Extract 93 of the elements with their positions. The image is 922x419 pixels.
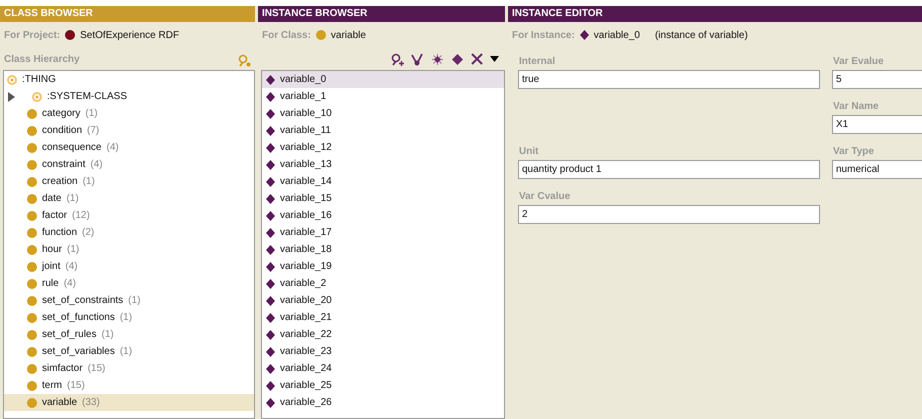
instance-item[interactable]: variable_26 xyxy=(262,394,504,411)
system-class-icon xyxy=(32,92,42,102)
class-dot-icon xyxy=(27,296,37,306)
tree-item[interactable]: function (2) xyxy=(4,224,254,241)
class-dot-icon xyxy=(27,194,37,204)
class-dot-icon xyxy=(27,364,37,374)
class-dot-icon xyxy=(27,330,37,340)
input-field[interactable]: 5 xyxy=(832,70,922,89)
tree-item[interactable]: simfactor (15) xyxy=(4,360,254,377)
class-dot-icon xyxy=(27,160,37,170)
class-dot-icon xyxy=(27,262,37,272)
class-dot-icon xyxy=(27,398,37,408)
input-field[interactable]: quantity product 1 xyxy=(518,160,820,179)
input-field[interactable]: X1 xyxy=(832,115,922,134)
class-dot-icon xyxy=(27,126,37,136)
panel-header: INSTANCE BROWSER xyxy=(258,6,505,22)
class-dot-icon xyxy=(27,108,37,118)
class-dot-icon xyxy=(316,30,326,40)
class-dot-icon xyxy=(27,142,37,152)
instance-item[interactable]: variable_25 xyxy=(262,377,504,394)
class-dot-icon xyxy=(27,210,37,220)
field-label: Var Cvalue xyxy=(518,190,572,204)
instance-type: (instance of variable) xyxy=(654,28,748,42)
instance-item[interactable]: variable_13 xyxy=(262,156,504,173)
field-label: Var Name xyxy=(832,100,880,114)
tree-item[interactable]: set_of_rules (1) xyxy=(4,326,254,343)
tree-item[interactable]: joint (4) xyxy=(4,258,254,275)
field-label: For Class: xyxy=(262,28,311,42)
input-field[interactable]: true xyxy=(518,70,820,89)
tree-item[interactable]: rule (4) xyxy=(4,275,254,292)
tree-item[interactable]: constraint (4) xyxy=(4,156,254,173)
instance-item[interactable]: variable_24 xyxy=(262,360,504,377)
instance-item[interactable]: variable_16 xyxy=(262,207,504,224)
tree-item[interactable]: variable (33) xyxy=(4,394,254,411)
class-dot-icon xyxy=(27,312,37,322)
section-label: Class Hierarchy xyxy=(4,53,80,67)
instance-item[interactable]: variable_23 xyxy=(262,343,504,360)
instance-name: variable_0 xyxy=(594,28,640,42)
tree-item[interactable]: category (1) xyxy=(4,105,254,122)
instance-item[interactable]: variable_10 xyxy=(262,105,504,122)
field-label: For Project: xyxy=(4,28,60,42)
class-dot-icon xyxy=(27,380,37,390)
class-dot-icon xyxy=(27,346,37,356)
field-label: For Instance: xyxy=(512,28,575,42)
field-label: Internal xyxy=(518,55,556,69)
field-label: Var Type xyxy=(832,145,875,159)
tree-item[interactable]: factor (12) xyxy=(4,207,254,224)
tree-item[interactable]: :SYSTEM-CLASS xyxy=(4,88,254,105)
class-dot-icon xyxy=(27,176,37,186)
sparkle-icon[interactable] xyxy=(431,52,444,66)
field-label: Unit xyxy=(518,145,540,159)
input-field[interactable]: numerical xyxy=(832,160,922,179)
expand-arrow-icon[interactable] xyxy=(7,92,16,102)
class-dot-icon xyxy=(27,244,37,254)
panel-header: CLASS BROWSER xyxy=(0,6,255,22)
tree-item[interactable]: set_of_variables (1) xyxy=(4,343,254,360)
diamond-icon xyxy=(580,30,589,40)
field-label: Var Evalue xyxy=(832,55,885,69)
instance-item[interactable]: variable_11 xyxy=(262,122,504,139)
dropdown-caret-icon[interactable] xyxy=(490,56,499,62)
instance-item[interactable]: variable_17 xyxy=(262,224,504,241)
instance-item[interactable]: variable_0 xyxy=(262,71,504,88)
tree-item[interactable]: consequence (4) xyxy=(4,139,254,156)
search-icon[interactable] xyxy=(391,52,404,66)
instance-item[interactable]: variable_2 xyxy=(262,275,504,292)
tree-item[interactable]: creation (1) xyxy=(4,173,254,190)
instance-item[interactable]: variable_21 xyxy=(262,309,504,326)
panel-header: INSTANCE EDITOR xyxy=(508,6,922,22)
project-dot-icon xyxy=(65,30,76,40)
instance-item[interactable]: variable_22 xyxy=(262,326,504,343)
branch-icon[interactable] xyxy=(411,52,424,66)
system-class-icon xyxy=(7,74,17,84)
instance-item[interactable]: variable_14 xyxy=(262,173,504,190)
delete-icon[interactable] xyxy=(471,53,483,65)
instance-item[interactable]: variable_20 xyxy=(262,292,504,309)
tree-item[interactable]: set_of_functions (1) xyxy=(4,309,254,326)
tree-item[interactable]: hour (1) xyxy=(4,241,254,258)
instance-item[interactable]: variable_18 xyxy=(262,241,504,258)
instance-item[interactable]: variable_19 xyxy=(262,258,504,275)
diamond-icon[interactable] xyxy=(451,52,464,66)
tree-item[interactable]: :THING xyxy=(4,71,254,88)
tree-item[interactable]: date (1) xyxy=(4,190,254,207)
instance-item[interactable]: variable_1 xyxy=(262,88,504,105)
instance-item[interactable]: variable_15 xyxy=(262,190,504,207)
instance-item[interactable]: variable_12 xyxy=(262,139,504,156)
class-dot-icon xyxy=(27,228,37,238)
class-name: variable xyxy=(330,28,366,42)
tree-item[interactable]: term (15) xyxy=(4,377,254,394)
project-name: SetOfExperience RDF xyxy=(80,28,180,42)
input-field[interactable]: 2 xyxy=(518,205,820,224)
tree-item[interactable]: set_of_constraints (1) xyxy=(4,292,254,309)
class-dot-icon xyxy=(27,278,37,288)
tree-item[interactable]: condition (7) xyxy=(4,122,254,139)
